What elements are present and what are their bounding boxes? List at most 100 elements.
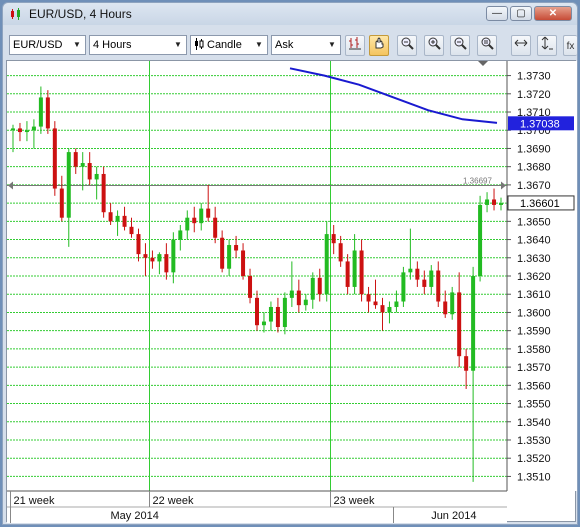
bullish-candle [450, 286, 455, 320]
crosshair-hand-button[interactable] [369, 35, 389, 56]
chevron-down-icon: ▼ [73, 40, 81, 49]
instrument-select[interactable]: EUR/USD ▼ [9, 35, 86, 55]
candle-body [345, 261, 350, 287]
candle-body [324, 234, 329, 295]
candle-body [436, 270, 441, 302]
ma-price-value: 1.37038 [520, 118, 560, 130]
bullish-candle [80, 152, 85, 191]
price-tick-label: 1.3530 [517, 435, 551, 447]
bullish-candle [429, 265, 434, 295]
candle-body [366, 294, 371, 302]
candle-body [157, 254, 162, 262]
bullish-candle [401, 266, 406, 307]
bearish-candle [331, 224, 336, 255]
candle-body [471, 276, 476, 371]
candle-body [478, 204, 483, 276]
candle-body [143, 254, 148, 258]
bullish-candle [499, 197, 503, 211]
candle-body [255, 297, 259, 326]
bearish-candle [492, 188, 497, 211]
period-select[interactable]: 4 Hours ▼ [89, 35, 187, 55]
bearish-candle [59, 175, 64, 222]
close-button[interactable]: ✕ [534, 6, 572, 21]
bearish-candle [213, 206, 218, 244]
candle-body [171, 239, 176, 273]
candle-body [331, 234, 336, 244]
chart-type-select[interactable]: Candle ▼ [190, 35, 268, 55]
bearish-candle [338, 235, 343, 267]
price-tick-label: 1.3680 [517, 162, 551, 174]
minimize-icon: — [492, 8, 502, 19]
instrument-value: EUR/USD [13, 39, 63, 51]
candle-body [415, 268, 420, 280]
candlestick-chart[interactable]: 1.37301.37201.37101.37001.36901.36801.36… [7, 61, 577, 523]
candle-body [45, 97, 50, 129]
maximize-icon: ▢ [516, 8, 526, 19]
week-label: 23 week [334, 495, 375, 507]
candle-body [31, 126, 36, 131]
indicator-fx-button[interactable]: fx [563, 35, 577, 56]
zoom-out-button[interactable] [397, 35, 417, 56]
bullish-candle [387, 301, 392, 324]
candle-body [429, 270, 434, 287]
moving-average [289, 67, 498, 124]
candle-body [387, 306, 392, 313]
candle-body [129, 226, 134, 235]
bullish-candle [24, 121, 29, 142]
candle-body [268, 306, 273, 322]
candle-body [87, 163, 92, 180]
bearish-candle [422, 270, 427, 295]
zoom-out-icon [401, 37, 414, 50]
candle-body [94, 173, 99, 180]
candle-body [241, 250, 246, 276]
price-tick-label: 1.3720 [517, 89, 551, 101]
chevron-down-icon: ▼ [255, 40, 263, 49]
maximize-button[interactable]: ▢ [510, 6, 532, 21]
chevron-down-icon: ▼ [174, 40, 182, 49]
price-side-select[interactable]: Ask ▼ [271, 35, 341, 55]
candle-body [352, 250, 357, 287]
price-tick-label: 1.3510 [517, 471, 551, 483]
candle-body [373, 301, 378, 306]
zoom-reset-button[interactable] [477, 35, 497, 56]
bullish-candle [408, 228, 413, 280]
scroll-left-right-icon [514, 39, 528, 47]
bar-chart-type-button[interactable] [345, 35, 365, 56]
bearish-candle [45, 90, 50, 134]
indicator-fx-icon: fx [566, 41, 575, 52]
price-tick-label: 1.3560 [517, 380, 551, 392]
candle-body [73, 152, 78, 167]
bearish-candle [73, 148, 78, 174]
month-label: Jun 2014 [431, 510, 476, 522]
price-tick-label: 1.3650 [517, 216, 551, 228]
candle-body [443, 301, 448, 315]
candle-body [108, 212, 113, 222]
candle-body [261, 321, 266, 326]
zoom-minus-icon [454, 37, 467, 50]
price-scale-icon [541, 36, 553, 50]
price-tick-label: 1.3620 [517, 271, 551, 283]
bearish-candle [275, 297, 280, 333]
candle-body [275, 306, 280, 328]
bearish-candle [17, 122, 22, 142]
chart-type-value: Candle [207, 39, 242, 51]
bullish-candle [310, 272, 315, 309]
bar-chart-type-icon [349, 37, 361, 50]
scroll-marker-icon[interactable] [478, 61, 488, 66]
price-scale-button[interactable] [537, 35, 557, 56]
zoom-minus-button[interactable] [450, 35, 470, 56]
price-tick-label: 1.3640 [517, 235, 551, 247]
candle-body [150, 257, 155, 262]
price-chart[interactable]: 1.3730 1.3720 1.3710 1.3700 1.3690 1.3680 1.36… [6, 60, 577, 523]
zoom-in-button[interactable] [424, 35, 444, 56]
horizontal-line[interactable]: 1.36697 [7, 176, 507, 190]
minimize-button[interactable]: — [486, 6, 508, 21]
bearish-candle [220, 230, 225, 273]
candle-body [220, 237, 225, 269]
scroll-left-right-button[interactable] [511, 35, 531, 56]
bearish-candle [380, 297, 385, 331]
bearish-candle [192, 206, 197, 233]
candle-body [359, 250, 364, 295]
price-tick-label: 1.3550 [517, 399, 551, 411]
title-bar[interactable]: EUR/USD, 4 Hours — ▢ ✕ [3, 3, 577, 25]
